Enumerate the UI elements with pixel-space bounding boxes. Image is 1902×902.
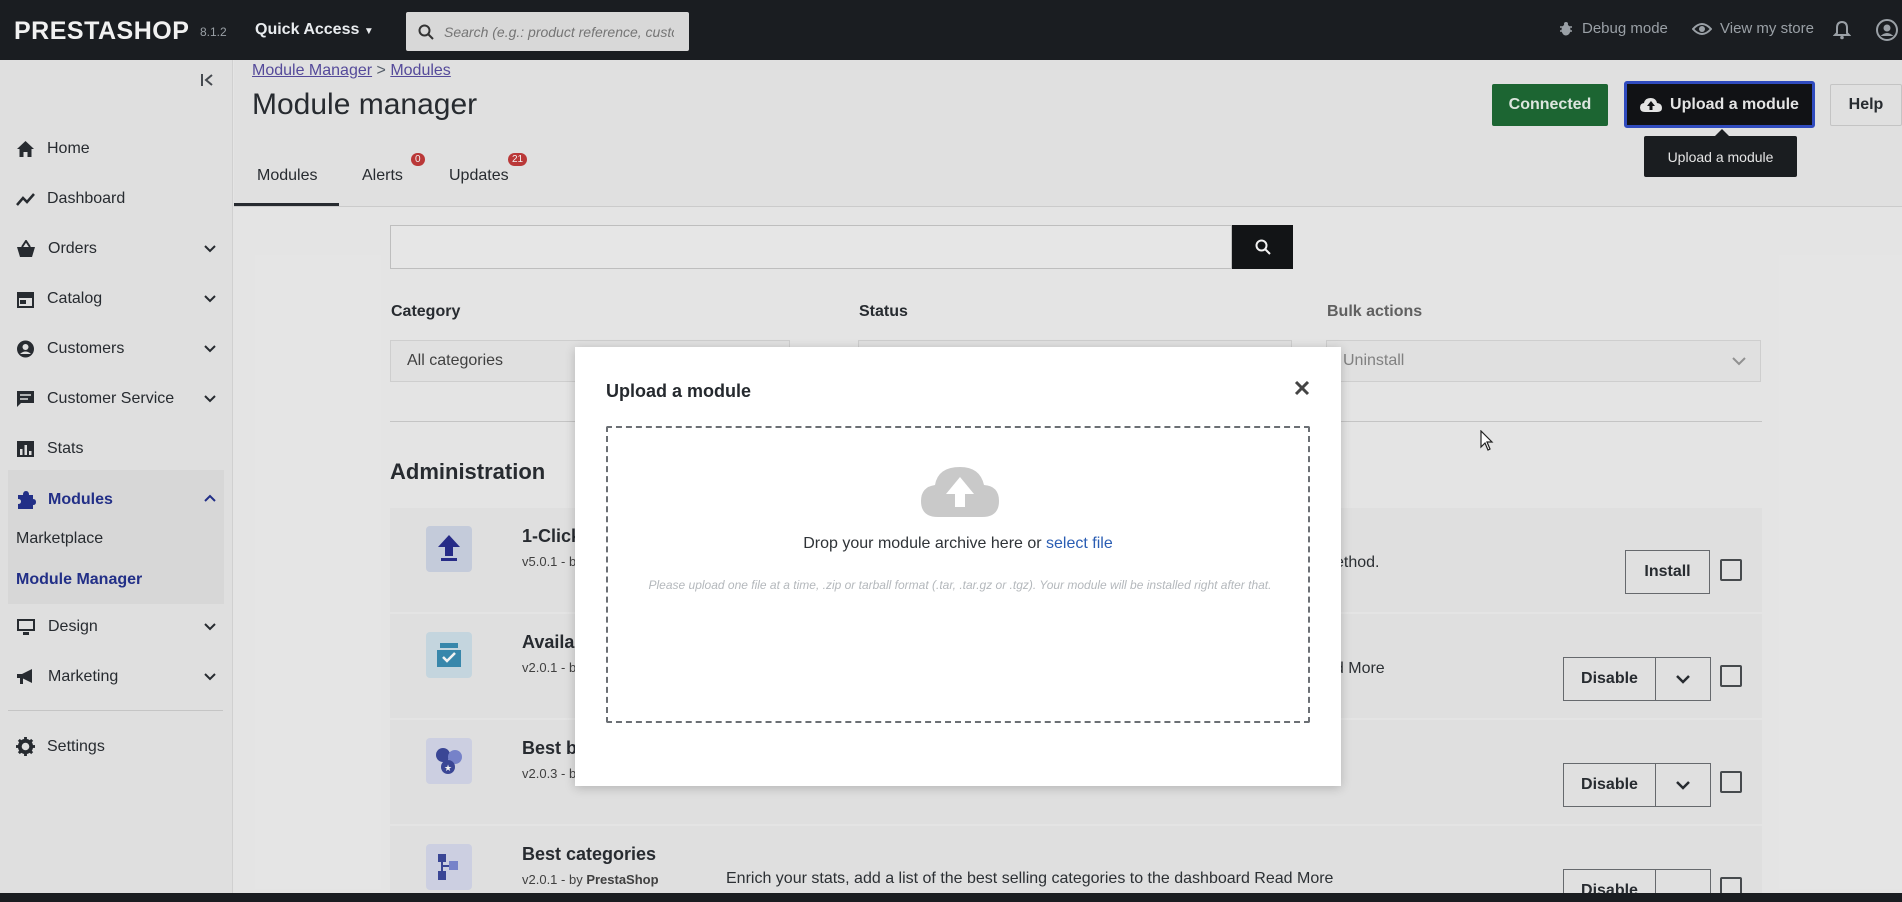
bottom-bar	[0, 893, 1902, 902]
version-label: 8.1.2	[200, 25, 227, 39]
drop-text: Drop your module archive here or	[803, 535, 1047, 552]
account-icon[interactable]	[1876, 19, 1898, 46]
upload-module-modal: Upload a module Drop your module archive…	[575, 347, 1341, 786]
cloud-upload-icon	[921, 467, 999, 517]
brand-logo[interactable]: PRESTASHOP	[14, 17, 189, 46]
close-icon[interactable]	[1289, 375, 1315, 401]
modal-title: Upload a module	[606, 381, 752, 401]
bell-icon[interactable]	[1832, 20, 1852, 45]
header-search-input[interactable]	[444, 23, 674, 40]
select-file-link[interactable]: select file	[1046, 535, 1113, 552]
drop-instructions: Drop your module archive here or select …	[608, 535, 1308, 553]
mouse-cursor-icon	[1480, 429, 1494, 457]
module-dropzone[interactable]: Drop your module archive here or select …	[606, 426, 1310, 723]
quick-access-menu[interactable]: Quick Access ▼	[255, 21, 374, 39]
debug-mode-label: Debug mode	[1582, 20, 1668, 37]
caret-down-icon: ▼	[363, 26, 374, 37]
bug-icon	[1560, 21, 1572, 35]
quick-access-label: Quick Access	[255, 21, 360, 38]
view-store-label: View my store	[1720, 20, 1814, 37]
search-icon	[418, 24, 434, 40]
upload-hint: Please upload one file at a time, .zip o…	[648, 578, 1272, 592]
eye-icon	[1692, 22, 1712, 35]
debug-mode-link[interactable]: Debug mode	[1558, 20, 1668, 37]
top-bar: PRESTASHOP 8.1.2 Quick Access ▼ Debug mo…	[0, 0, 1902, 60]
view-store-link[interactable]: View my store	[1692, 20, 1814, 37]
header-search[interactable]	[406, 12, 689, 51]
